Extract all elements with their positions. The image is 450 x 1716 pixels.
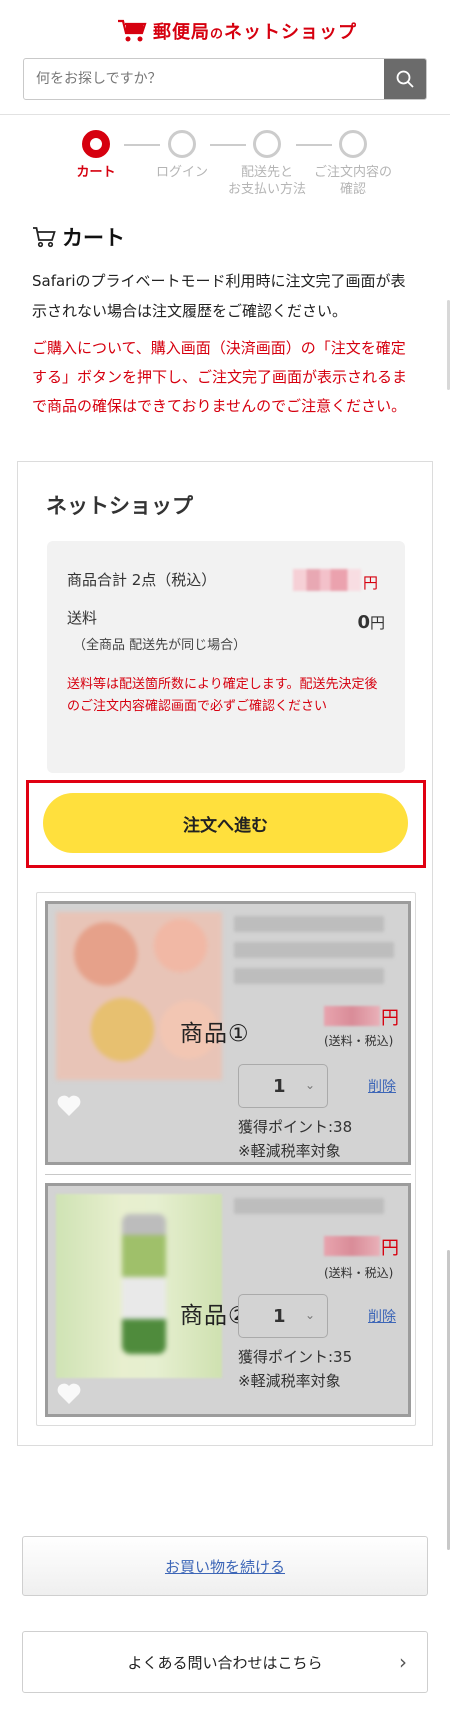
price-yen: 円: [381, 1008, 399, 1029]
delete-link[interactable]: 削除: [368, 1076, 396, 1096]
points-earned: 獲得ポイント:35: [238, 1348, 353, 1366]
cart-items: 商品① 円 (送料・税込) 1 ⌄ 削除 獲得ポイント:38 ※軽減税率対象 商…: [36, 892, 416, 1426]
search-bar: [23, 58, 427, 100]
shop-title: ネットショップ: [46, 494, 193, 518]
quantity-value: 1: [273, 1305, 286, 1327]
logo-mid: の: [210, 27, 225, 42]
step-cart: カート: [51, 130, 141, 181]
chevron-right-icon: ›: [399, 1650, 407, 1674]
order-summary: 商品合計 2点（税込） 円 送料 0円 （全商品 配送先が同じ場合） 送料等は配…: [47, 541, 405, 773]
product-name-blurred[interactable]: [234, 968, 384, 984]
step-shipping-payment: 配送先と お支払い方法: [222, 130, 312, 198]
continue-shopping-button[interactable]: お買い物を続ける: [22, 1536, 428, 1596]
logo-main: 郵便局: [153, 22, 210, 43]
subtotal-yen: 円: [363, 574, 379, 592]
step-label: ご注文内容の 確認: [313, 165, 392, 197]
favorite-heart-icon[interactable]: [56, 1382, 82, 1406]
shipping-amount: 0: [357, 612, 370, 633]
delete-link[interactable]: 削除: [368, 1306, 396, 1326]
step-indicator-icon: [82, 130, 110, 158]
product-name-blurred[interactable]: [234, 942, 394, 958]
shipping-sublabel: （全商品 配送先が同じ場合）: [73, 638, 247, 653]
quantity-select[interactable]: 1 ⌄: [238, 1294, 328, 1338]
step-indicator-icon: [168, 130, 196, 158]
reduced-tax-note: ※軽減税率対象: [238, 1372, 341, 1390]
page-title: カート: [62, 226, 125, 250]
search-button[interactable]: [384, 59, 426, 99]
cart-heading: カート: [32, 222, 125, 252]
checkout-steps: カート ログイン 配送先と お支払い方法 ご注文内容の 確認: [0, 130, 450, 210]
continue-shopping-label: お買い物を続ける: [164, 1557, 285, 1576]
faq-button[interactable]: よくある問い合わせはこちら ›: [22, 1631, 428, 1693]
product-bottle: [122, 1214, 166, 1354]
price-blurred: [324, 1006, 380, 1026]
step-indicator-icon: [253, 130, 281, 158]
cart-item: 商品① 円 (送料・税込) 1 ⌄ 削除 獲得ポイント:38 ※軽減税率対象: [45, 901, 411, 1165]
reduced-tax-note: ※軽減税率対象: [238, 1142, 341, 1160]
purchase-warning: ご購入について、購入画面（決済画面）の「注文を確定する」ボタンを押下し、ご注文完…: [32, 339, 408, 415]
faq-label: よくある問い合わせはこちら: [127, 1653, 323, 1672]
step-label: ログイン: [155, 165, 208, 180]
private-mode-notice: Safariのプライベートモード利用時に注文完了画面が表示されない場合は注文履歴…: [32, 272, 406, 320]
product-image[interactable]: [56, 1194, 222, 1378]
quantity-value: 1: [273, 1075, 286, 1097]
cart-logo-icon: [117, 18, 147, 44]
points-earned: 獲得ポイント:38: [238, 1118, 353, 1136]
favorite-heart-icon[interactable]: [56, 1094, 82, 1118]
proceed-highlight: 注文へ進む: [26, 780, 426, 868]
chevron-down-icon: ⌄: [304, 1078, 315, 1092]
step-indicator-icon: [339, 130, 367, 158]
step-label: カート: [76, 165, 116, 180]
tax-note: (送料・税込): [324, 1266, 394, 1280]
subtotal-value-blurred: [293, 569, 361, 591]
proceed-to-order-button[interactable]: 注文へ進む: [43, 793, 408, 853]
step-confirm: ご注文内容の 確認: [305, 130, 401, 198]
item-divider: [45, 1174, 411, 1175]
price-blurred: [324, 1236, 380, 1256]
subtotal-label: 商品合計 2点（税込）: [67, 571, 217, 589]
product-label: 商品①: [180, 1021, 250, 1047]
tax-note: (送料・税込): [324, 1034, 394, 1048]
shop-panel: ネットショップ 商品合計 2点（税込） 円 送料 0円 （全商品 配送先が同じ場…: [17, 461, 433, 1446]
step-label: 配送先と お支払い方法: [227, 165, 306, 197]
logo-text: 郵便局のネットショップ: [153, 18, 357, 44]
quantity-select[interactable]: 1 ⌄: [238, 1064, 328, 1108]
product-name-blurred[interactable]: [234, 1198, 384, 1214]
shipping-value: 0円: [357, 612, 385, 633]
cart-item: 商品② 円 (送料・税込) 1 ⌄ 削除 獲得ポイント:35 ※軽減税率対象: [45, 1183, 411, 1417]
step-login: ログイン: [137, 130, 227, 181]
shipping-yen: 円: [369, 614, 385, 632]
price-yen: 円: [381, 1238, 399, 1259]
search-icon: [396, 70, 414, 88]
site-logo[interactable]: 郵便局のネットショップ: [117, 16, 357, 46]
product-name-blurred[interactable]: [234, 916, 384, 932]
shipping-label: 送料: [67, 609, 98, 627]
product-image[interactable]: [56, 912, 222, 1080]
search-input[interactable]: [24, 59, 384, 99]
cart-icon: [33, 227, 56, 248]
site-header: 郵便局のネットショップ: [0, 0, 450, 115]
shipping-note: 送料等は配送箇所数により確定します。配送先決定後のご注文内容確認画面で必ずご確認…: [67, 677, 378, 714]
chevron-down-icon: ⌄: [304, 1308, 315, 1322]
logo-tail: ネットショップ: [224, 22, 358, 43]
